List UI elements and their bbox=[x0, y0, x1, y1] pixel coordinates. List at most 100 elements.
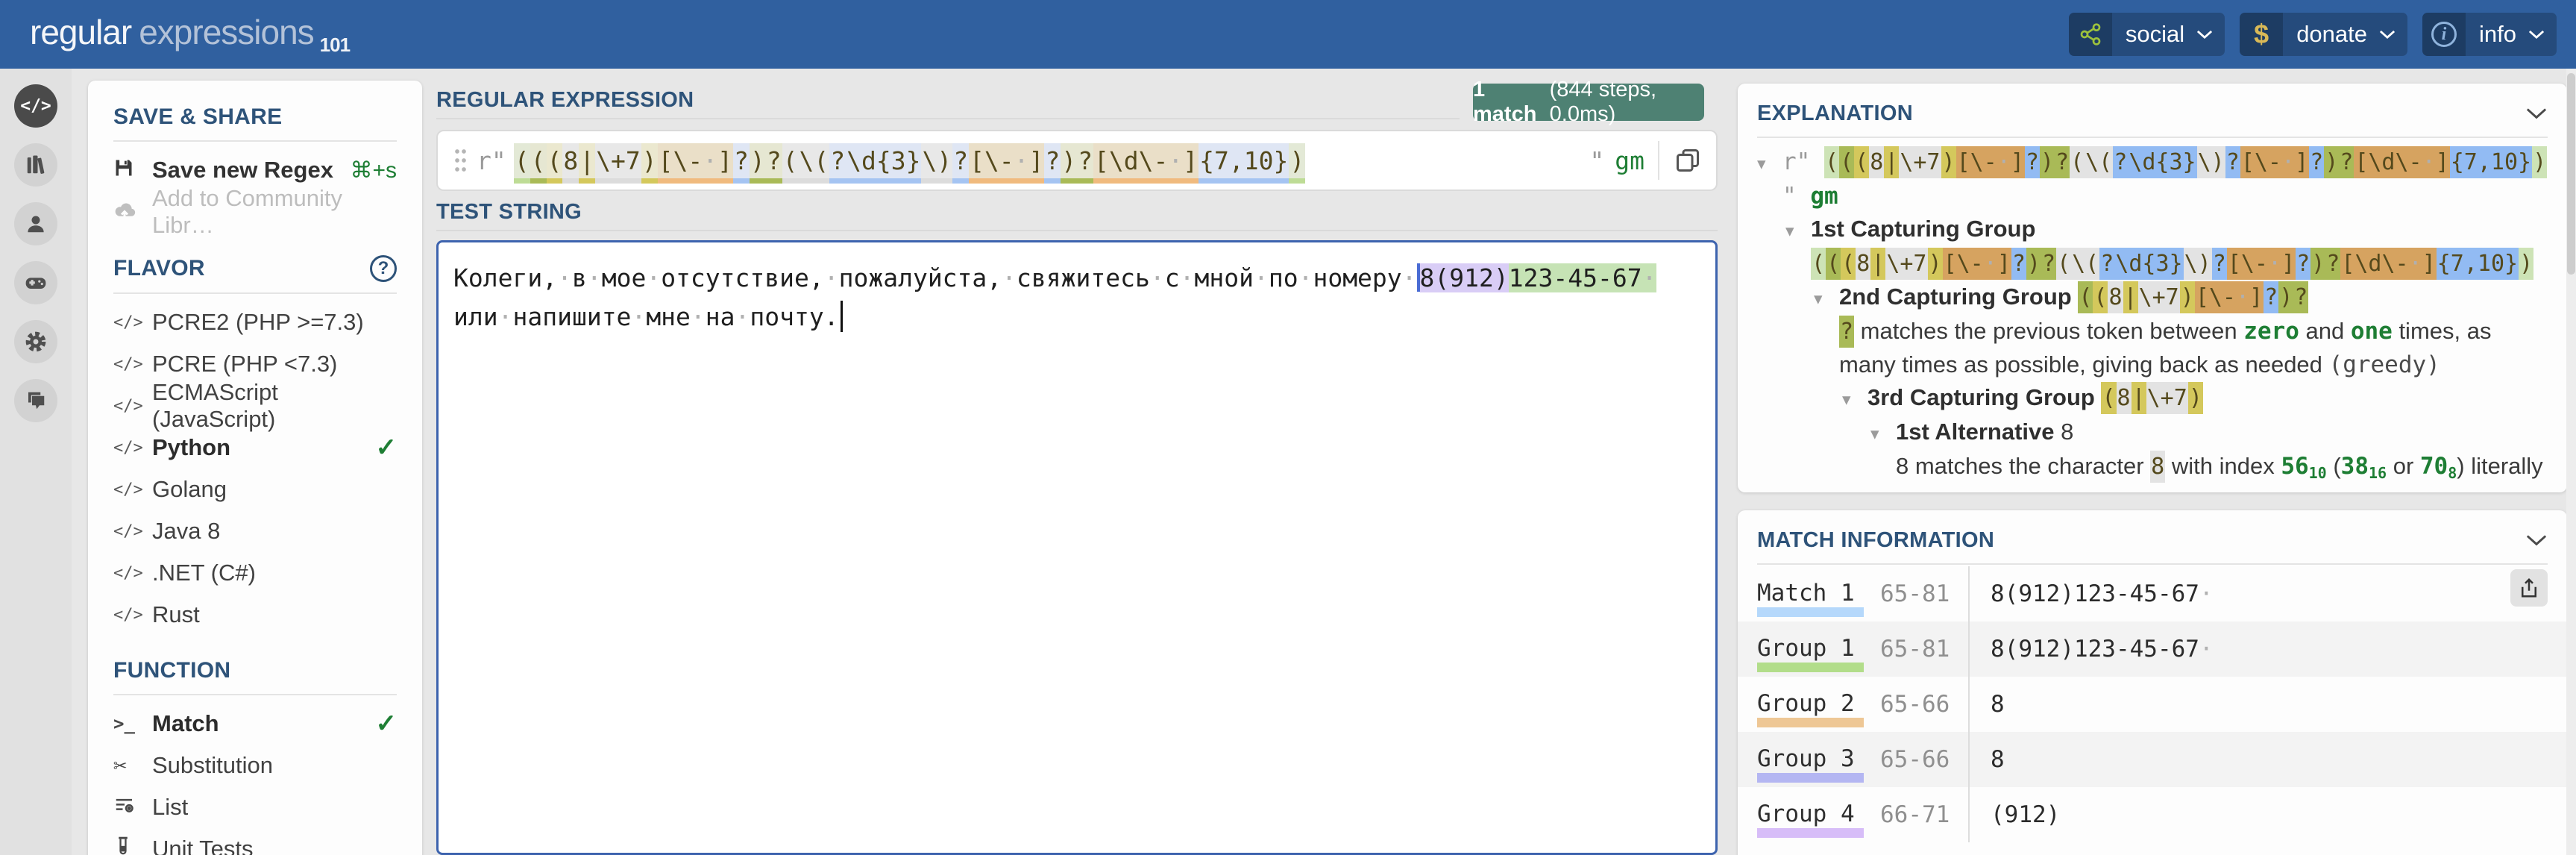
page-scrollbar[interactable] bbox=[2566, 69, 2576, 855]
match-info-row[interactable]: Match 165-818(912)123-45-67· bbox=[1757, 566, 2548, 621]
regex-token: ? bbox=[2225, 146, 2240, 178]
flavor-item-rust[interactable]: </>Rust bbox=[113, 594, 397, 636]
flavor-item-python[interactable]: </>Python✓ bbox=[113, 427, 397, 469]
donate-button[interactable]: $ donate bbox=[2240, 13, 2407, 56]
match-highlight-group: 8(912) bbox=[1420, 263, 1509, 292]
space-dot: · bbox=[1642, 263, 1657, 292]
drag-handle-icon[interactable] bbox=[454, 148, 466, 173]
quiz-nav-button[interactable] bbox=[14, 261, 57, 304]
match-row-value: 8(912)123-45-67· bbox=[1968, 621, 2548, 677]
regex-token: [\d\-·] bbox=[1093, 143, 1199, 184]
match-row-value: 8(912)123-45-67· bbox=[1968, 566, 2548, 621]
site-logo[interactable]: regularexpressions101 bbox=[30, 12, 350, 52]
space-dot: · bbox=[1180, 263, 1195, 292]
check-icon: ✓ bbox=[376, 433, 398, 463]
collapse-match-info-button[interactable] bbox=[2525, 534, 2548, 547]
regex-token: ) bbox=[2324, 146, 2339, 178]
match-row-name: Group 4 bbox=[1757, 801, 1880, 829]
flavor-item-java-8[interactable]: </>Java 8 bbox=[113, 510, 397, 552]
explanation-row[interactable]: ▾3rd Capturing Group (8|\+7) bbox=[1757, 381, 2548, 416]
match-info-row[interactable]: Group 466-71(912) bbox=[1757, 787, 2548, 842]
tree-collapse-arrow[interactable]: ▾ bbox=[1870, 417, 1896, 450]
regex-close-delimiter: " bbox=[1589, 146, 1604, 175]
regex-token: ) bbox=[750, 143, 766, 184]
regex-token: ( bbox=[2056, 248, 2071, 280]
regex-token: [\-·] bbox=[2195, 281, 2264, 313]
regex-token: ( bbox=[1824, 146, 1839, 178]
tree-collapse-arrow[interactable]: ▾ bbox=[1842, 383, 1867, 416]
regex-editor-nav-button[interactable]: </> bbox=[14, 84, 57, 128]
regex-token: \( bbox=[2085, 146, 2113, 178]
space-dot: · bbox=[691, 302, 706, 331]
explanation-row[interactable]: 8 matches the character 8 with index 561… bbox=[1757, 450, 2548, 492]
regex-input[interactable]: r" (((8|\+7)[\-·]?)?(\(?\d{3}\)?[\-·]?)?… bbox=[436, 130, 1718, 191]
account-nav-button[interactable] bbox=[14, 202, 57, 245]
highlight-number: 56 bbox=[2281, 453, 2308, 480]
explanation-row[interactable]: ▾1st Capturing Group bbox=[1757, 213, 2548, 247]
collapse-explanation-button[interactable] bbox=[2525, 107, 2548, 120]
feedback-nav-button[interactable] bbox=[14, 379, 57, 422]
regex-token: \d{3} bbox=[846, 143, 921, 184]
match-row-value: (912) bbox=[1968, 787, 2548, 842]
left-panel: SAVE & SHARE Save new Regex ⌘+s Add to C… bbox=[88, 81, 422, 855]
add-to-community-button[interactable]: Add to Community Libr… bbox=[113, 191, 397, 233]
regex-token: \+7 bbox=[1885, 248, 1927, 280]
explanation-row[interactable]: ? matches the previous token between zer… bbox=[1757, 315, 2548, 381]
copy-button[interactable] bbox=[1674, 147, 1701, 174]
divider bbox=[1757, 137, 2548, 138]
regex-flags[interactable]: gm bbox=[1615, 146, 1644, 175]
dollar-icon: $ bbox=[2240, 13, 2283, 56]
flavor-item--net-c-[interactable]: </>.NET (C#) bbox=[113, 552, 397, 594]
flavor-item-golang[interactable]: </>Golang bbox=[113, 469, 397, 510]
match-info-row[interactable]: Group 365-668 bbox=[1738, 732, 2567, 787]
divider bbox=[113, 292, 397, 294]
match-count-rest: (844 steps, 0.0ms) bbox=[1550, 78, 1704, 127]
explanation-row[interactable]: ▾r" (((8|\+7)[\-·]?)?(\(?\d{3}\)?[\-·]?)… bbox=[1757, 145, 2548, 213]
function-item-substitution[interactable]: ✂Substitution bbox=[113, 745, 397, 786]
check-icon: ✓ bbox=[376, 709, 398, 739]
regex-token: [\d\-·] bbox=[2340, 248, 2436, 280]
code-icon: </> bbox=[113, 439, 152, 457]
flavor-item-ecmascript-javascript-[interactable]: </>ECMAScript (JavaScript) bbox=[113, 385, 397, 427]
function-item-match[interactable]: >_Match✓ bbox=[113, 703, 397, 745]
library-nav-button[interactable] bbox=[14, 143, 57, 187]
regex-token: ? bbox=[2339, 146, 2354, 178]
regex-token: [\-·] bbox=[1956, 146, 2025, 178]
info-button[interactable]: i info bbox=[2422, 13, 2557, 56]
info-label: info bbox=[2479, 21, 2516, 48]
explanation-row[interactable]: ▾1st Alternative 8 bbox=[1757, 416, 2548, 450]
regex-delimiter: " bbox=[1782, 183, 1810, 210]
function-item-list[interactable]: List bbox=[113, 786, 397, 828]
explanation-row[interactable]: ▾2nd Capturing Group ((8|\+7)[\-·]?)? bbox=[1757, 281, 2548, 315]
explanation-row[interactable]: (((8|\+7)[\-·]?)?(\(?\d{3}\)?[\-·]?)?[\d… bbox=[1757, 247, 2548, 281]
flavor-item-pcre2-php-7-3-[interactable]: </>PCRE2 (PHP >=7.3) bbox=[113, 301, 397, 343]
space-dot: · bbox=[2236, 284, 2249, 310]
help-icon[interactable]: ? bbox=[370, 255, 397, 282]
social-button[interactable]: social bbox=[2069, 13, 2225, 56]
regex-pattern[interactable]: (((8|\+7)[\-·]?)?(\(?\d{3}\)?[\-·]?)?[\d… bbox=[514, 146, 1305, 175]
match-row-span: 65-66 bbox=[1880, 746, 1968, 773]
tree-collapse-arrow[interactable]: ▾ bbox=[1757, 147, 1782, 180]
regex-token: ? bbox=[2309, 146, 2324, 178]
test-string-input[interactable]: Колеги,·в·мое·отсутствие,·пожалуйста,·св… bbox=[436, 240, 1718, 855]
regex-token: [\-·] bbox=[1943, 248, 2011, 280]
match-row-name: Group 2 bbox=[1757, 690, 1880, 718]
regex-token: \( bbox=[2071, 248, 2099, 280]
tree-collapse-arrow[interactable]: ▾ bbox=[1814, 282, 1839, 315]
match-info-row[interactable]: Group 165-818(912)123-45-67· bbox=[1738, 621, 2567, 677]
match-count-badge: 1 match (844 steps, 0.0ms) bbox=[1473, 84, 1704, 121]
regex-token: ) bbox=[1928, 248, 1943, 280]
function-item-unit-tests[interactable]: Unit Tests bbox=[113, 828, 397, 855]
match-info-row[interactable]: Group 265-668 bbox=[1757, 677, 2548, 732]
explanation-label: 1st Alternative bbox=[1896, 419, 2061, 445]
regex-token: ) bbox=[1061, 143, 1077, 184]
regex-token: ? bbox=[733, 143, 750, 184]
regex-token: ) bbox=[641, 143, 658, 184]
divider bbox=[113, 140, 397, 142]
settings-nav-button[interactable] bbox=[14, 320, 57, 363]
tree-collapse-arrow[interactable]: ▾ bbox=[1785, 214, 1811, 247]
function-title: FUNCTION bbox=[113, 658, 230, 683]
export-matches-button[interactable] bbox=[2510, 569, 2548, 607]
scrollbar-thumb[interactable] bbox=[2567, 73, 2575, 275]
divider bbox=[436, 230, 1718, 231]
